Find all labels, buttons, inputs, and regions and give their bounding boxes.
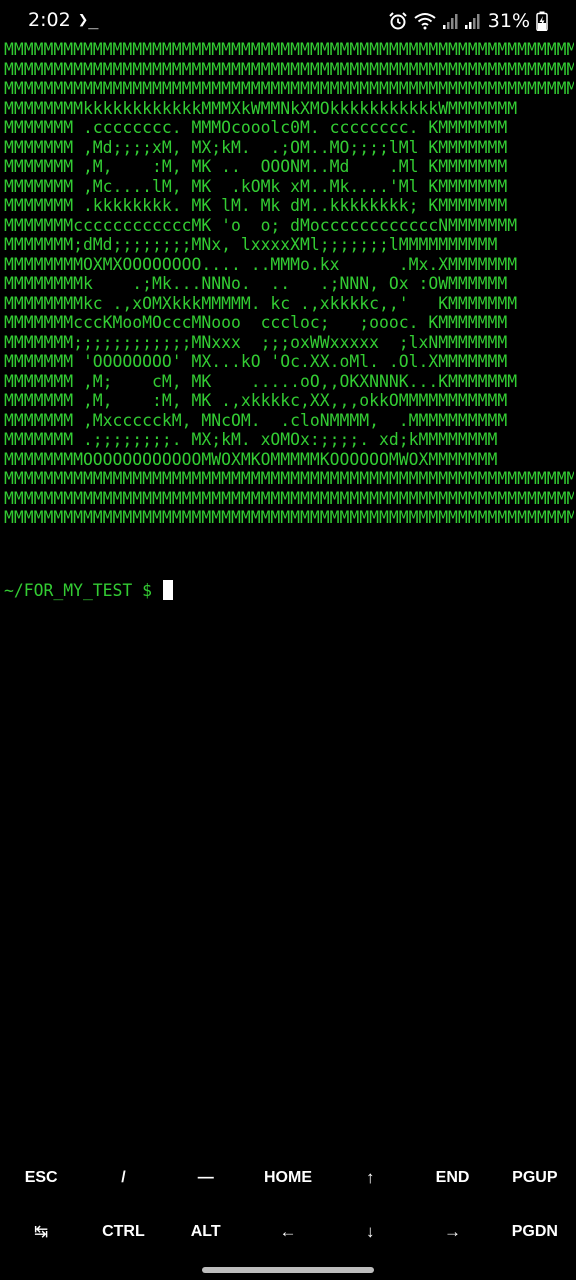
arrow-down-key[interactable]: ↓ — [329, 1206, 411, 1258]
gesture-nav-handle[interactable] — [202, 1267, 374, 1273]
tab-key[interactable]: ↹ — [0, 1206, 82, 1258]
terminal-output[interactable]: MMMMMMMMMMMMMMMMMMMMMMMMMMMMMMMMMMMMMMMM… — [4, 40, 574, 528]
terminal-line: MMMMMMMMMMMMMMMMMMMMMMMMMMMMMMMMMMMMMMMM… — [4, 59, 574, 79]
terminal-line: MMMMMMM;;;;;;;;;;;;MNxxx ;;;oxWWxxxxx ;l… — [4, 332, 508, 352]
ctrl-key[interactable]: CTRL — [82, 1206, 164, 1258]
signal-icon — [442, 14, 458, 29]
arrow-right-key[interactable]: → — [411, 1206, 493, 1258]
terminal-line: MMMMMMMMMMMMMMMMMMMMMMMMMMMMMMMMMMMMMMMM… — [4, 488, 574, 508]
terminal-line: MMMMMMM ,MxccccckM, MNcOM. .cloNMMMM, .M… — [4, 410, 508, 430]
terminal-line: MMMMMMMcccKMooMOcccMNooo cccloc; ;oooc. … — [4, 313, 508, 332]
signal-icon — [464, 14, 480, 29]
terminal-prompt: ~/FOR_MY_TEST $ — [4, 581, 162, 600]
status-icons: 31% — [388, 9, 548, 33]
terminal-line: MMMMMMMMkkkkkkkkkkkkMMMXkWMMNkXMOkkkkkkk… — [4, 98, 518, 118]
extra-keys-row-2: ↹ CTRL ALT ← ↓ → PGDN — [0, 1206, 576, 1258]
dash-key[interactable]: — — [165, 1152, 247, 1204]
alarm-icon — [389, 12, 407, 30]
terminal-prompt-line[interactable]: ~/FOR_MY_TEST $ — [4, 580, 173, 602]
terminal-line: MMMMMMM ,M, :M, MK .,xkkkkc,XX,,,okkOMMM… — [4, 391, 508, 410]
terminal-line: MMMMMMMMMMMMMMMMMMMMMMMMMMMMMMMMMMMMMMMM… — [4, 79, 574, 98]
home-key[interactable]: HOME — [247, 1152, 329, 1204]
terminal-line: MMMMMMM .kkkkkkkk. MK lM. Mk dM..kkkkkkk… — [4, 196, 508, 215]
end-key[interactable]: END — [411, 1152, 493, 1204]
alt-key[interactable]: ALT — [165, 1206, 247, 1258]
terminal-line: MMMMMMM 'OOOOOOOO' MX...kO 'Oc.XX.oMl. .… — [4, 352, 508, 371]
terminal-line: MMMMMMM ,M; cM, MK .....oO,,OKXNNNK...KM… — [4, 371, 518, 391]
extra-keys-row-1: ESC / — HOME ↑ END PGUP — [0, 1152, 576, 1204]
terminal-line: MMMMMMMccccccccccccMK 'o o; dMoccccccccc… — [4, 215, 518, 235]
battery-charging-icon — [536, 11, 548, 31]
arrow-left-key[interactable]: ← — [247, 1206, 329, 1258]
terminal-cursor — [162, 580, 173, 600]
terminal-line: MMMMMMM ,Md;;;;xM, MX;kM. .;OM..MO;;;;lM… — [4, 137, 508, 157]
terminal-line: MMMMMMM;dMd;;;;;;;;MNx, lxxxxXMl;;;;;;;l… — [4, 235, 498, 254]
terminal-line: MMMMMMM ,Mc....lM, MK .kOMk xM..Mk....'M… — [4, 176, 508, 196]
terminal-line: MMMMMMMMOOOOOOOOOOOOMWOXMKOMMMMMKOOOOOOM… — [4, 449, 498, 469]
terminal-line: MMMMMMM .cccccccc. MMMOcooolc0M. ccccccc… — [4, 118, 508, 137]
slash-key[interactable]: / — [82, 1152, 164, 1204]
terminal-line: MMMMMMM .;;;;;;;;. MX;kM. xOMOx:;;;;. xd… — [4, 430, 498, 449]
wifi-icon — [414, 13, 436, 30]
terminal-line: MMMMMMMMkc .,xOMXkkkMMMMM. kc .,xkkkkc,,… — [4, 293, 518, 313]
terminal-line: MMMMMMMMOXMXOOOOOOOO.... ..MMMo.kx .Mx.X… — [4, 254, 518, 274]
terminal-line: MMMMMMMMk .;Mk...NNNo. .. .;NNN, Ox :OWM… — [4, 274, 508, 293]
arrow-up-key[interactable]: ↑ — [329, 1152, 411, 1204]
status-time: 2:02 — [28, 9, 71, 31]
esc-key[interactable]: ESC — [0, 1152, 82, 1204]
terminal-notification-icon: ❯_ — [78, 10, 99, 30]
status-bar: 2:02 ❯_ 31% — [0, 0, 576, 44]
pgdn-key[interactable]: PGDN — [494, 1206, 576, 1258]
terminal-line: MMMMMMMMMMMMMMMMMMMMMMMMMMMMMMMMMMMMMMMM… — [4, 40, 574, 59]
terminal-line: MMMMMMM ,M, :M, MK .. OOONM..Md .Ml KMMM… — [4, 157, 508, 176]
pgup-key[interactable]: PGUP — [494, 1152, 576, 1204]
extra-keys-bar: ESC / — HOME ↑ END PGUP ↹ CTRL ALT ← ↓ →… — [0, 1152, 576, 1262]
terminal-line: MMMMMMMMMMMMMMMMMMMMMMMMMMMMMMMMMMMMMMMM… — [4, 508, 574, 527]
battery-percent: 31% — [487, 10, 530, 32]
terminal-line: MMMMMMMMMMMMMMMMMMMMMMMMMMMMMMMMMMMMMMMM… — [4, 469, 574, 488]
